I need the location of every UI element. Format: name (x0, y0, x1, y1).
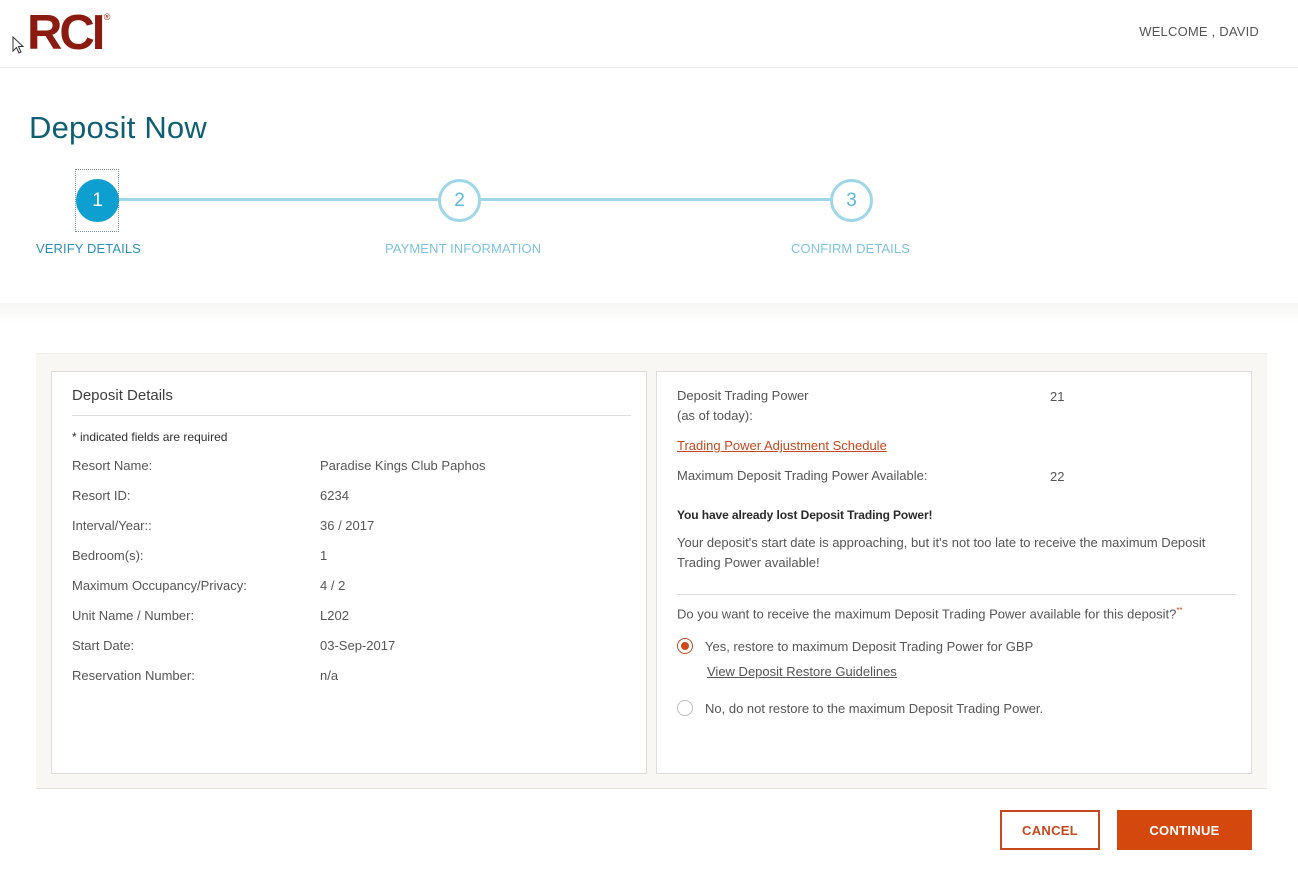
section-divider-band (0, 303, 1298, 323)
detail-label: Resort Name: (72, 458, 153, 473)
step-connector-2-3 (481, 198, 832, 201)
detail-value: n/a (320, 668, 339, 683)
page-title: Deposit Now (29, 110, 207, 145)
step-1-label: VERIFY DETAILS (36, 241, 141, 256)
step-2-circle[interactable]: 2 (438, 179, 481, 222)
detail-label: Unit Name / Number: (72, 608, 195, 623)
step-2-number: 2 (454, 189, 465, 211)
current-trading-power-label-line1: Deposit Trading Power (677, 388, 809, 403)
registered-mark: ® (103, 12, 111, 22)
restore-question-text: Do you want to receive the maximum Depos… (677, 606, 1177, 622)
detail-label: Reservation Number: (72, 668, 195, 683)
warning-message: Your deposit's start date is approaching… (677, 535, 1206, 570)
detail-label: Maximum Occupancy/Privacy: (72, 578, 247, 593)
restore-no-label[interactable]: No, do not restore to the maximum Deposi… (705, 701, 1043, 716)
detail-value: L202 (320, 608, 349, 623)
progress-stepper: 1 2 3 VERIFY DETAILS PAYMENT INFORMATION… (0, 169, 1000, 270)
deposit-details-title: Deposit Details (72, 387, 173, 404)
current-trading-power-label-line2: (as of today): (677, 408, 753, 423)
rci-logo[interactable]: RCI ® (27, 6, 110, 60)
step-3-circle[interactable]: 3 (830, 179, 873, 222)
trading-power-card: Deposit Trading Power (as of today): 21 … (656, 371, 1252, 774)
step-1-circle[interactable]: 1 (76, 179, 119, 222)
detail-value: 4 / 2 (320, 578, 346, 593)
step-3-number: 3 (846, 189, 857, 211)
detail-value: 6234 (320, 488, 349, 503)
step-1-number: 1 (92, 189, 103, 211)
lost-trading-power-warning: You have already lost Deposit Trading Po… (677, 508, 933, 522)
current-trading-power-label: Deposit Trading Power (as of today): (677, 386, 809, 426)
deposit-details-card: Deposit Details * indicated fields are r… (51, 371, 647, 774)
max-trading-power-label: Maximum Deposit Trading Power Available: (677, 468, 928, 483)
logo-text: RCI (27, 6, 105, 60)
current-trading-power-value: 21 (1050, 389, 1065, 404)
step-3-label: CONFIRM DETAILS (791, 241, 910, 256)
site-header: RCI ® WELCOME , DAVID (0, 0, 1298, 68)
deposit-form-container: Deposit Details * indicated fields are r… (36, 353, 1267, 789)
detail-label: Start Date: (72, 638, 135, 653)
trading-power-schedule-link[interactable]: Trading Power Adjustment Schedule (677, 436, 887, 456)
welcome-user[interactable]: WELCOME , DAVID (1139, 24, 1259, 39)
cancel-button[interactable]: CANCEL (1000, 810, 1100, 850)
restore-yes-radio[interactable] (677, 638, 693, 654)
detail-value: 1 (320, 548, 328, 563)
divider (677, 594, 1236, 595)
restore-guidelines-link[interactable]: View Deposit Restore Guidelines (707, 664, 897, 679)
divider (72, 415, 631, 416)
detail-label: Resort ID: (72, 488, 131, 503)
detail-value: 03-Sep-2017 (320, 638, 396, 653)
restore-question: Do you want to receive the maximum Depos… (677, 606, 1183, 621)
detail-value: Paradise Kings Club Paphos (320, 458, 486, 473)
step-connector-1-2 (118, 198, 440, 201)
restore-no-radio[interactable] (677, 700, 693, 716)
footnote-marker: ** (1176, 606, 1183, 615)
mouse-cursor-icon (12, 36, 24, 54)
step-2-label: PAYMENT INFORMATION (385, 241, 542, 256)
continue-button[interactable]: CONTINUE (1117, 810, 1252, 850)
required-fields-note: * indicated fields are required (72, 430, 228, 444)
detail-label: Interval/Year:: (72, 518, 152, 533)
detail-label: Bedroom(s): (72, 548, 144, 563)
max-trading-power-value: 22 (1050, 469, 1065, 484)
restore-yes-label[interactable]: Yes, restore to maximum Deposit Trading … (705, 639, 1033, 654)
detail-value: 36 / 2017 (320, 518, 375, 533)
